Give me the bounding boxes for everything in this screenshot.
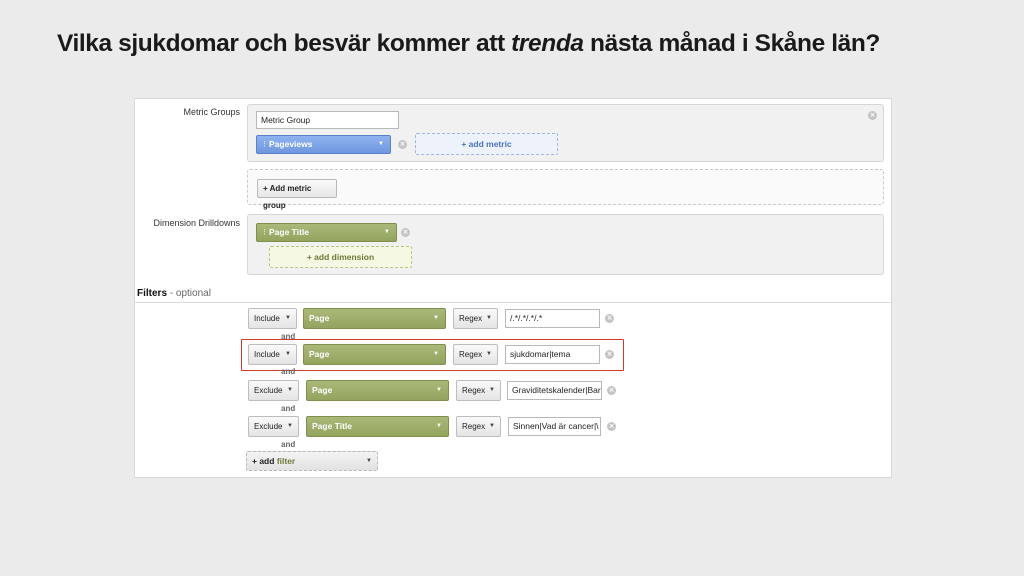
- filter-mode-select[interactable]: Include ▼: [248, 344, 297, 365]
- metric-groups-label: Metric Groups: [183, 107, 240, 117]
- close-icon[interactable]: ×: [868, 111, 877, 120]
- close-icon[interactable]: ×: [605, 350, 614, 359]
- chevron-down-icon[interactable]: ▼: [366, 452, 372, 470]
- chevron-down-icon[interactable]: ▼: [384, 224, 390, 241]
- filters-title: Filters: [137, 288, 168, 299]
- filter-match-value: Regex: [462, 386, 486, 395]
- chevron-down-icon[interactable]: ▼: [486, 309, 492, 328]
- and-label: and: [281, 367, 296, 376]
- close-icon[interactable]: ×: [607, 386, 616, 395]
- add-metric-group-area: + Add metric group: [247, 169, 884, 210]
- title-part1: Vilka sjukdomar och besvär kommer att: [57, 30, 512, 57]
- analytics-report-editor: Metric Groups × Metric Group ⋮⋮Pageviews…: [134, 98, 892, 478]
- filter-value-input[interactable]: Sinnen|Vad är cancer|\: [508, 417, 601, 436]
- chevron-down-icon[interactable]: ▼: [287, 417, 293, 436]
- slide-title: Vilka sjukdomar och besvär kommer att tr…: [57, 30, 977, 58]
- and-label: and: [281, 404, 296, 413]
- drag-handle-icon[interactable]: ⋮⋮: [261, 224, 274, 241]
- filter-mode-select[interactable]: Exclude ▼: [248, 380, 299, 401]
- metric-group-name-input[interactable]: Metric Group: [256, 111, 399, 129]
- close-icon[interactable]: ×: [401, 228, 410, 237]
- filter-match-select[interactable]: Regex ▼: [453, 344, 498, 365]
- filter-mode-value: Exclude: [254, 386, 283, 395]
- filter-dimension-select[interactable]: Page ▼: [306, 380, 449, 401]
- chevron-down-icon[interactable]: ▼: [285, 309, 291, 328]
- add-dimension-button[interactable]: + add dimension: [269, 246, 412, 268]
- chevron-down-icon[interactable]: ▼: [489, 381, 495, 400]
- filter-mode-value: Include: [254, 314, 280, 323]
- dimension-pill-label: Page Title: [269, 227, 309, 237]
- chevron-down-icon[interactable]: ▼: [486, 345, 492, 364]
- chevron-down-icon[interactable]: ▼: [433, 309, 439, 328]
- title-emphasis: trenda: [511, 30, 584, 57]
- drag-handle-icon[interactable]: ⋮⋮: [261, 136, 274, 153]
- filter-value-input[interactable]: /.*/.*/.*/.*: [505, 309, 600, 328]
- close-icon[interactable]: ×: [607, 422, 616, 431]
- chevron-down-icon[interactable]: ▼: [378, 136, 384, 153]
- filter-mode-select[interactable]: Include ▼: [248, 308, 297, 329]
- filters-subtitle: - optional: [169, 288, 211, 299]
- filter-match-select[interactable]: Regex ▼: [453, 308, 498, 329]
- filter-match-select[interactable]: Regex ▼: [456, 416, 501, 437]
- chevron-down-icon[interactable]: ▼: [433, 345, 439, 364]
- dimension-drilldowns-label: Dimension Drilldowns: [153, 218, 240, 228]
- dimension-pill-page-title[interactable]: ⋮⋮Page Title ▼: [256, 223, 397, 242]
- dimension-panel: ⋮⋮Page Title ▼ × + add dimension: [247, 214, 884, 275]
- filter-match-value: Regex: [459, 314, 483, 323]
- filter-dimension-value: Page Title: [312, 421, 352, 431]
- filter-dimension-value: Page: [309, 349, 330, 359]
- add-filter-prefix: + add: [252, 456, 275, 466]
- filter-match-value: Regex: [462, 422, 486, 431]
- metric-pill-label: Pageviews: [269, 139, 313, 149]
- filter-value-input[interactable]: sjukdomar|tema: [505, 345, 600, 364]
- filter-mode-value: Include: [254, 350, 280, 359]
- chevron-down-icon[interactable]: ▼: [436, 417, 442, 436]
- filters-divider: [135, 302, 891, 303]
- close-icon[interactable]: ×: [605, 314, 614, 323]
- metric-group-panel: × Metric Group ⋮⋮Pageviews ▼ × + add met…: [247, 104, 884, 162]
- add-metric-button[interactable]: + add metric: [415, 133, 558, 155]
- chevron-down-icon[interactable]: ▼: [436, 381, 442, 400]
- chevron-down-icon[interactable]: ▼: [285, 345, 291, 364]
- close-icon[interactable]: ×: [398, 140, 407, 149]
- filter-match-value: Regex: [459, 350, 483, 359]
- metric-pill-pageviews[interactable]: ⋮⋮Pageviews ▼: [256, 135, 391, 154]
- add-filter-button[interactable]: + add filter ▼: [246, 451, 378, 471]
- filter-mode-value: Exclude: [254, 422, 283, 431]
- filter-value-input[interactable]: Graviditetskalender|Bar: [507, 381, 602, 400]
- add-filter-word: filter: [276, 456, 296, 466]
- and-label: and: [281, 440, 296, 449]
- filter-dimension-select[interactable]: Page ▼: [303, 308, 446, 329]
- filter-dimension-select[interactable]: Page ▼: [303, 344, 446, 365]
- chevron-down-icon[interactable]: ▼: [489, 417, 495, 436]
- filter-match-select[interactable]: Regex ▼: [456, 380, 501, 401]
- chevron-down-icon[interactable]: ▼: [287, 381, 293, 400]
- filter-dimension-value: Page: [312, 385, 333, 395]
- filter-mode-select[interactable]: Exclude ▼: [248, 416, 299, 437]
- filter-dimension-value: Page: [309, 313, 330, 323]
- add-metric-group-button[interactable]: + Add metric group: [257, 179, 337, 210]
- filters-heading: Filters - optional: [137, 288, 211, 299]
- filter-dimension-select[interactable]: Page Title ▼: [306, 416, 449, 437]
- title-part2: nästa månad i Skåne län?: [583, 30, 880, 57]
